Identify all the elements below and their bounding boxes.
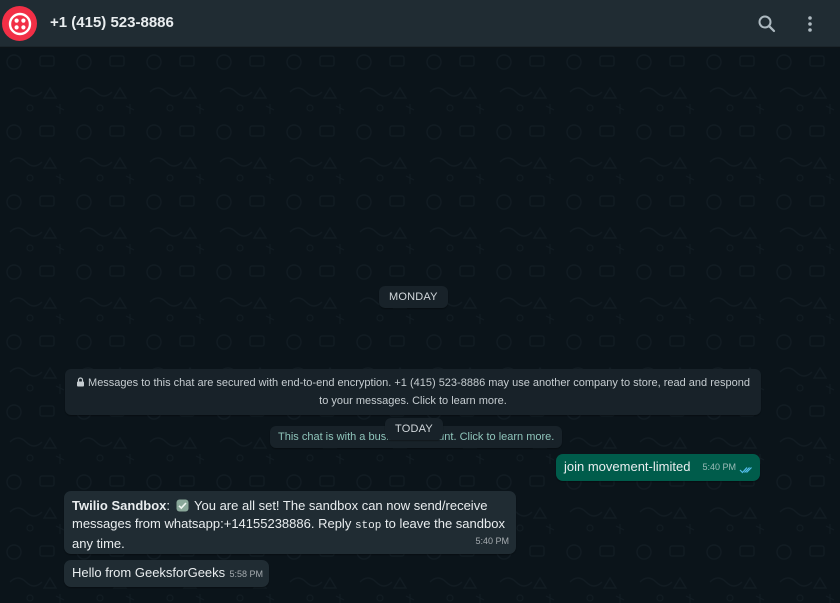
sender-colon: : [166,498,170,513]
message-time: 5:58 PM [229,569,263,579]
message-time: 5:40 PM [702,462,736,472]
date-divider-today: TODAY [385,418,443,440]
lock-icon [77,377,85,387]
encryption-notice-text: Messages to this chat are secured with e… [88,377,750,407]
sender-name: Twilio Sandbox [72,498,167,513]
search-icon[interactable] [755,12,779,36]
chat-header: +1 (415) 523-8886 [0,0,840,47]
incoming-message[interactable]: Twilio Sandbox: You are all set! The san… [64,491,516,554]
contact-name[interactable]: +1 (415) 523-8886 [50,14,174,31]
message-text: Hello from GeeksforGeeks [72,565,226,580]
message-text: join movement-limited [564,459,691,474]
encryption-notice[interactable]: Messages to this chat are secured with e… [65,369,761,415]
outgoing-message[interactable]: join movement-limited 5:40 PM [556,454,760,481]
message-code: stop [354,520,382,532]
check-emoji-icon [176,499,189,512]
message-time: 5:40 PM [475,536,509,546]
chat-area[interactable]: MONDAY Messages to this chat are secured… [0,48,840,603]
incoming-message[interactable]: Hello from GeeksforGeeks 5:58 PM [64,560,269,587]
more-vertical-icon[interactable] [798,12,822,36]
date-divider-monday: MONDAY [379,286,448,308]
avatar[interactable] [2,6,37,41]
double-check-read-icon [739,467,752,474]
twilio-logo-icon [8,12,31,35]
